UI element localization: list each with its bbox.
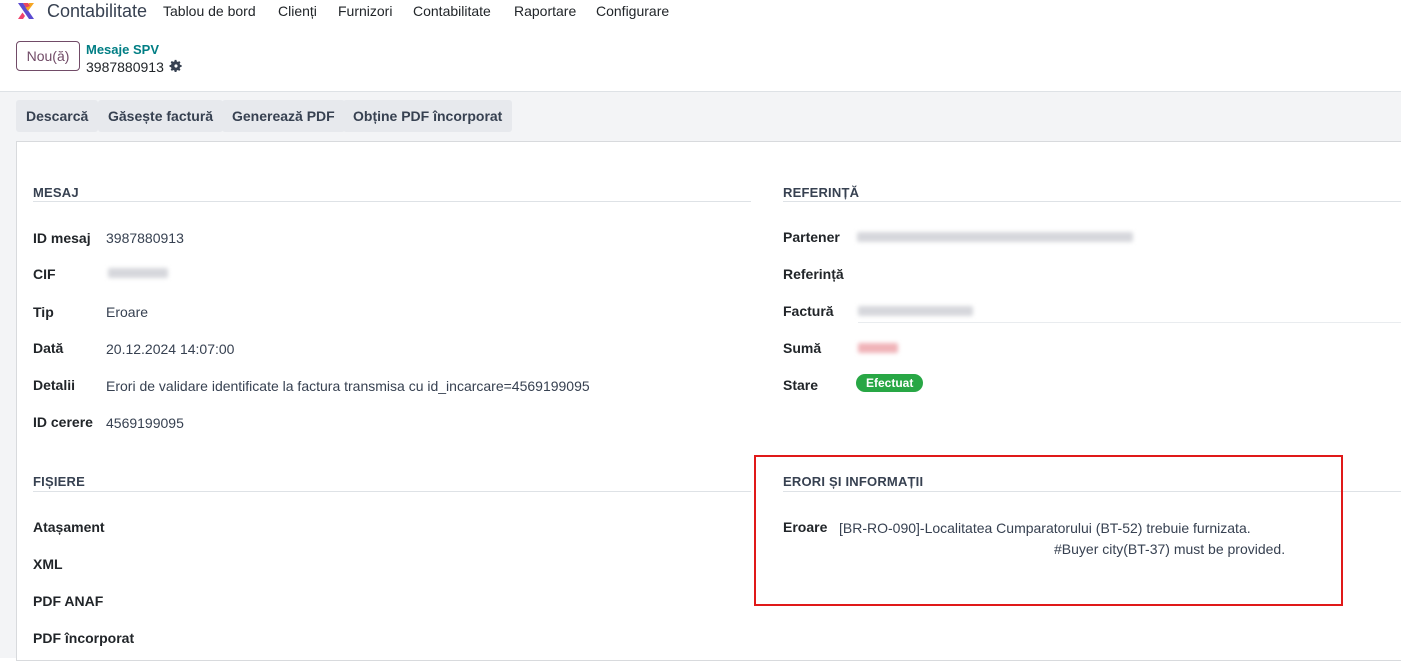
label-referinta: Referință bbox=[783, 266, 844, 282]
label-detalii: Detalii bbox=[33, 377, 76, 393]
gear-icon[interactable] bbox=[169, 59, 183, 73]
value-factura-redacted[interactable] bbox=[858, 306, 973, 316]
section-divider bbox=[33, 491, 751, 492]
menu-furnizori[interactable]: Furnizori bbox=[338, 3, 392, 19]
record-name: 3987880913 bbox=[86, 59, 164, 75]
find-invoice-button[interactable]: Găsește factură bbox=[98, 100, 224, 132]
breadcrumb-mesaje-spv[interactable]: Mesaje SPV bbox=[86, 42, 159, 57]
label-factura: Factură bbox=[783, 303, 834, 319]
value-id-mesaj: 3987880913 bbox=[106, 230, 184, 246]
label-pdf-anaf: PDF ANAF bbox=[33, 593, 104, 609]
section-title-mesaj: MESAJ bbox=[33, 185, 79, 200]
label-data: Dată bbox=[33, 340, 64, 356]
section-title-referinta: REFERINȚĂ bbox=[783, 185, 860, 200]
status-badge: Efectuat bbox=[856, 374, 924, 392]
value-data: 20.12.2024 14:07:00 bbox=[106, 341, 235, 357]
error-highlight-box bbox=[754, 455, 1343, 606]
section-title-fisiere: FIȘIERE bbox=[33, 474, 85, 489]
section-divider bbox=[783, 201, 1401, 202]
value-suma-redacted bbox=[858, 343, 898, 353]
label-partener: Partener bbox=[783, 229, 840, 245]
get-embedded-pdf-button[interactable]: Obține PDF încorporat bbox=[343, 100, 513, 132]
value-tip: Eroare bbox=[106, 304, 149, 320]
label-pdf-incorporat: PDF încorporat bbox=[33, 630, 135, 646]
app-name[interactable]: Contabilitate bbox=[47, 1, 147, 22]
value-detalii: Erori de validare identificate la factur… bbox=[106, 378, 590, 394]
menu-tablou-de-bord[interactable]: Tablou de bord bbox=[163, 3, 256, 19]
menu-raportare[interactable]: Raportare bbox=[514, 3, 576, 19]
label-suma: Sumă bbox=[783, 340, 822, 356]
value-cif-redacted bbox=[108, 268, 168, 278]
label-id-cerere: ID cerere bbox=[33, 414, 93, 430]
section-divider bbox=[33, 201, 751, 202]
label-cif: CIF bbox=[33, 266, 56, 282]
field-underline bbox=[858, 322, 1401, 323]
value-id-cerere: 4569199095 bbox=[106, 415, 184, 431]
generate-pdf-button[interactable]: Generează PDF bbox=[222, 100, 345, 132]
new-button[interactable]: Nou(ă) bbox=[16, 41, 80, 71]
top-navbar: Contabilitate Tablou de bord Clienți Fur… bbox=[0, 0, 1401, 24]
label-id-mesaj: ID mesaj bbox=[33, 230, 91, 246]
menu-configurare[interactable]: Configurare bbox=[596, 3, 669, 19]
menu-clienti[interactable]: Clienți bbox=[278, 3, 317, 19]
menu-contabilitate[interactable]: Contabilitate bbox=[413, 3, 491, 19]
label-atasament: Atașament bbox=[33, 519, 105, 535]
label-tip: Tip bbox=[33, 304, 54, 320]
app-logo-icon[interactable] bbox=[16, 1, 36, 21]
download-button[interactable]: Descarcă bbox=[16, 100, 99, 132]
label-stare: Stare bbox=[783, 377, 819, 393]
value-partener-redacted[interactable] bbox=[857, 232, 1133, 242]
label-xml: XML bbox=[33, 556, 63, 572]
